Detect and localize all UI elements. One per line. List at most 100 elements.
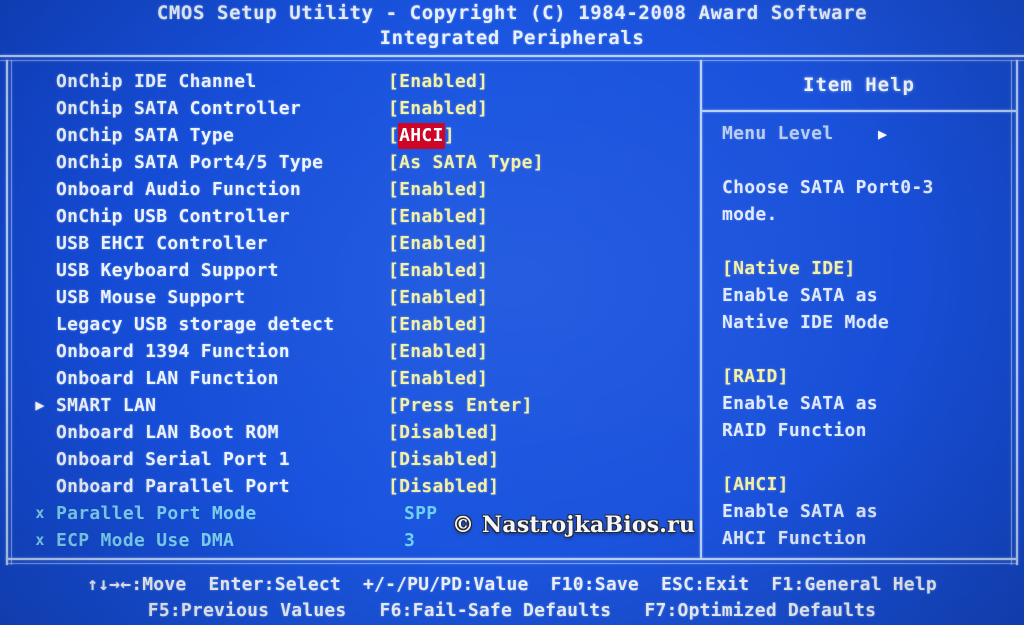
value-bracket-open: [ xyxy=(388,314,400,335)
setting-value[interactable]: [Disabled] xyxy=(388,446,499,473)
setting-value[interactable]: [Enabled] xyxy=(388,338,488,365)
setting-value[interactable]: [As SATA Type] xyxy=(388,149,544,176)
value-text: Enabled xyxy=(399,206,478,227)
value-bracket-close: ] xyxy=(477,260,489,281)
value-text: Enabled xyxy=(399,260,478,281)
value-bracket-close: ] xyxy=(477,179,489,200)
setting-value[interactable]: [Disabled] xyxy=(388,473,499,500)
setting-row[interactable]: OnChip SATA Type [AHCI] xyxy=(0,122,700,149)
help-text-line: AHCI Function xyxy=(722,528,867,549)
setting-value[interactable]: [Disabled] xyxy=(388,419,499,446)
setting-label: Onboard Parallel Port xyxy=(56,476,290,497)
setting-value[interactable]: [Press Enter] xyxy=(388,392,533,419)
value-bracket-open: [ xyxy=(388,206,400,227)
value-bracket-close: ] xyxy=(477,233,489,254)
value-text: Disabled xyxy=(399,449,489,470)
value-text: Enabled xyxy=(399,71,478,92)
value-bracket-open: [ xyxy=(388,260,400,281)
setting-value[interactable]: [AHCI] xyxy=(388,122,455,149)
key-legend-line-1: ↑↓→←:Move Enter:Select +/-/PU/PD:Value F… xyxy=(87,574,937,595)
value-bracket-open: [ xyxy=(388,476,400,497)
value-bracket-close: ] xyxy=(521,395,533,416)
menu-level-label: Menu Level xyxy=(722,123,834,144)
help-text-line: Choose SATA Port0-3 xyxy=(722,177,934,198)
value-bracket-close: ] xyxy=(477,368,489,389)
setting-label: OnChip SATA Port4/5 Type xyxy=(56,152,324,173)
value-bracket-close: ] xyxy=(532,152,544,173)
key-legend-line-2: F5:Previous Values F6:Fail-Safe Defaults… xyxy=(147,600,877,621)
value-text: 3 xyxy=(404,530,416,551)
submenu-arrow-icon: ▶ xyxy=(35,396,45,414)
setting-row[interactable]: ▶ SMART LAN [Press Enter] xyxy=(0,392,700,419)
setting-value[interactable]: [Enabled] xyxy=(388,203,488,230)
value-bracket-open: [ xyxy=(388,152,400,173)
setting-label: Onboard Audio Function xyxy=(56,179,302,200)
value-text: As SATA Type xyxy=(399,152,533,173)
help-text-line: RAID Function xyxy=(722,420,867,441)
setting-label: OnChip SATA Controller xyxy=(56,98,302,119)
setting-label: ECP Mode Use DMA xyxy=(56,530,235,551)
setting-value[interactable]: [Enabled] xyxy=(388,176,488,203)
frame-bottom-border xyxy=(6,558,1017,560)
value-text: Enabled xyxy=(399,368,478,389)
setting-row[interactable]: USB Mouse Support [Enabled] xyxy=(0,284,700,311)
selected-value-highlight[interactable]: AHCI xyxy=(399,124,444,148)
setting-value[interactable]: [Enabled] xyxy=(388,230,488,257)
setting-label: Onboard Serial Port 1 xyxy=(56,449,290,470)
help-text-line: Native IDE Mode xyxy=(722,312,890,333)
help-text-line: Enable SATA as xyxy=(722,285,878,306)
setting-row[interactable]: OnChip IDE Channel [Enabled] xyxy=(0,68,700,95)
help-text-line: Enable SATA as xyxy=(722,501,878,522)
value-bracket-close: ] xyxy=(477,314,489,335)
setting-row[interactable]: Onboard Audio Function [Enabled] xyxy=(0,176,700,203)
site-watermark: © NastrojkaBios.ru xyxy=(452,512,696,538)
setting-row[interactable]: OnChip SATA Controller [Enabled] xyxy=(0,95,700,122)
value-bracket-close: ] xyxy=(477,341,489,362)
setting-value[interactable]: [Enabled] xyxy=(388,284,488,311)
screen-header: CMOS Setup Utility - Copyright (C) 1984-… xyxy=(0,0,1024,51)
setting-row[interactable]: Onboard Serial Port 1 [Disabled] xyxy=(0,446,700,473)
disabled-marker-icon: x xyxy=(35,504,45,522)
value-text: Press Enter xyxy=(399,395,522,416)
value-bracket-close: ] xyxy=(477,206,489,227)
setting-value[interactable]: [Enabled] xyxy=(388,365,488,392)
setting-row[interactable]: Onboard Parallel Port [Disabled] xyxy=(0,473,700,500)
value-text: Enabled xyxy=(399,179,478,200)
value-text: Enabled xyxy=(399,287,478,308)
value-text: Enabled xyxy=(399,314,478,335)
menu-level-row: Menu Level ▶ xyxy=(722,120,1016,147)
frame-right-border xyxy=(1016,60,1018,565)
value-text: Disabled xyxy=(399,476,489,497)
setting-value[interactable]: 3 xyxy=(404,527,415,554)
setting-value[interactable]: [Enabled] xyxy=(388,257,488,284)
setting-value[interactable]: [Enabled] xyxy=(388,95,488,122)
value-text: Enabled xyxy=(399,233,478,254)
value-bracket-open: [ xyxy=(388,449,400,470)
setting-value[interactable]: [Enabled] xyxy=(388,311,488,338)
setting-row[interactable]: OnChip SATA Port4/5 Type [As SATA Type] xyxy=(0,149,700,176)
setting-row[interactable]: Onboard LAN Function [Enabled] xyxy=(0,365,700,392)
help-text-line xyxy=(722,228,1016,255)
help-text-line: Enable SATA as xyxy=(722,393,878,414)
value-bracket-open: [ xyxy=(388,395,400,416)
help-option-title: [AHCI] xyxy=(722,474,789,495)
value-bracket-open: [ xyxy=(388,125,400,146)
value-bracket-open: [ xyxy=(388,98,400,119)
setting-value[interactable]: SPP xyxy=(404,500,437,527)
value-bracket-open: [ xyxy=(388,71,400,92)
setting-row[interactable]: Legacy USB storage detect [Enabled] xyxy=(0,311,700,338)
setting-label: Legacy USB storage detect xyxy=(56,314,335,335)
value-text: Enabled xyxy=(399,341,478,362)
item-help-panel: Item Help Menu Level ▶ Choose SATA Port0… xyxy=(702,62,1016,558)
setting-row[interactable]: Onboard LAN Boot ROM [Disabled] xyxy=(0,419,700,446)
setting-row[interactable]: USB EHCI Controller [Enabled] xyxy=(0,230,700,257)
value-bracket-close: ] xyxy=(488,476,500,497)
setting-row[interactable]: OnChip USB Controller [Enabled] xyxy=(0,203,700,230)
setting-row[interactable]: Onboard 1394 Function [Enabled] xyxy=(0,338,700,365)
setting-row[interactable]: USB Keyboard Support [Enabled] xyxy=(0,257,700,284)
setting-value[interactable]: [Enabled] xyxy=(388,68,488,95)
value-bracket-close: ] xyxy=(443,125,455,146)
page-title: Integrated Peripherals xyxy=(379,27,645,49)
help-option-title: [Native IDE] xyxy=(722,258,856,279)
setting-label: OnChip USB Controller xyxy=(56,206,290,227)
